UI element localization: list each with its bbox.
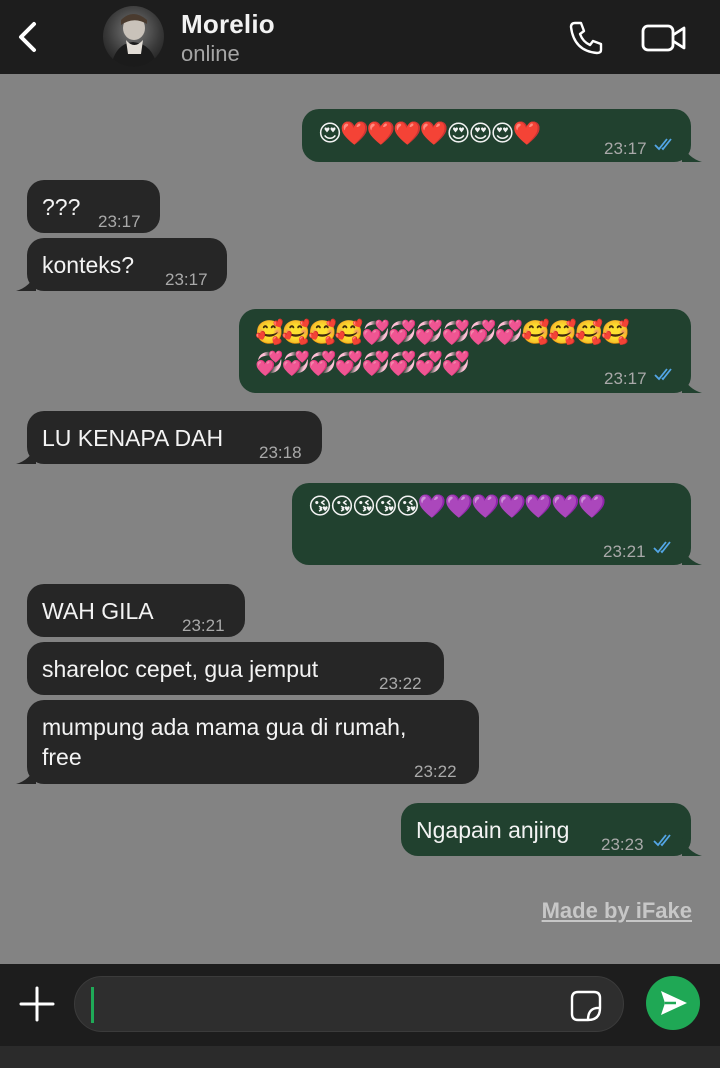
message-time: 23:22 (379, 674, 422, 693)
contact-status: online (181, 41, 240, 66)
message-incoming[interactable]: mumpung ada mama gua di rumah, free 23:2… (16, 700, 479, 784)
message-incoming[interactable]: WAH GILA 23:21 (27, 584, 245, 637)
double-check-icon (653, 541, 671, 554)
message-incoming[interactable]: ??? 23:17 (27, 180, 160, 233)
message-text: mumpung ada mama gua di rumah, (42, 714, 407, 740)
sticker-icon[interactable] (569, 989, 603, 1023)
send-button[interactable] (646, 976, 700, 1030)
video-camera-icon[interactable] (640, 20, 688, 56)
phone-icon[interactable] (566, 18, 606, 58)
message-time: 23:21 (603, 542, 646, 561)
double-check-icon (653, 834, 671, 847)
message-emoji: 💞💞💞💞💞💞💞💞 (255, 350, 470, 376)
message-time: 23:23 (601, 835, 644, 854)
message-input[interactable] (74, 976, 624, 1032)
send-icon (661, 991, 687, 1015)
message-text: konteks? (42, 252, 135, 278)
message-outgoing[interactable]: Ngapain anjing 23:23 (401, 803, 702, 856)
message-text: ??? (42, 194, 81, 220)
message-incoming[interactable]: LU KENAPA DAH 23:18 (16, 411, 322, 464)
bottom-strip (0, 1046, 720, 1068)
message-text: free (42, 744, 82, 770)
message-time: 23:18 (259, 443, 302, 462)
message-text: WAH GILA (42, 598, 154, 624)
message-outgoing[interactable]: 😘😘😘😘😘💜💜💜💜💜💜💜 23:21 (292, 483, 702, 565)
message-emoji: 🥰🥰🥰🥰💞💞💞💞💞💞🥰🥰🥰🥰 (255, 319, 630, 345)
message-incoming[interactable]: konteks? 23:17 (16, 238, 227, 291)
message-emoji: 😘😘😘😘😘💜💜💜💜💜💜💜 (308, 493, 606, 519)
plus-icon[interactable] (18, 985, 56, 1023)
message-outgoing[interactable]: 🥰🥰🥰🥰💞💞💞💞💞💞🥰🥰🥰🥰 💞💞💞💞💞💞💞💞 23:17 (239, 309, 702, 393)
message-time: 23:22 (414, 762, 457, 781)
message-time: 23:17 (98, 212, 141, 231)
text-caret (91, 987, 94, 1023)
message-time: 23:17 (165, 270, 208, 289)
double-check-icon (654, 368, 672, 381)
chevron-left-icon[interactable] (10, 18, 46, 56)
watermark-link[interactable]: Made by iFake (542, 898, 692, 924)
message-text: Ngapain anjing (416, 817, 570, 843)
message-time: 23:21 (182, 616, 225, 635)
message-emoji: 😍❤️❤️❤️❤️😍😍😍❤️ (318, 120, 541, 146)
message-text: LU KENAPA DAH (42, 425, 224, 451)
message-time: 23:17 (604, 369, 647, 388)
chat-header: Morelio online (0, 0, 720, 74)
message-outgoing[interactable]: 😍❤️❤️❤️❤️😍😍😍❤️ 23:17 (302, 109, 702, 162)
message-time: 23:17 (604, 139, 647, 158)
message-text: shareloc cepet, gua jemput (42, 656, 319, 682)
contact-name[interactable]: Morelio (181, 9, 275, 40)
message-incoming[interactable]: shareloc cepet, gua jemput 23:22 (27, 642, 444, 695)
avatar[interactable] (103, 6, 164, 67)
double-check-icon (654, 138, 672, 151)
